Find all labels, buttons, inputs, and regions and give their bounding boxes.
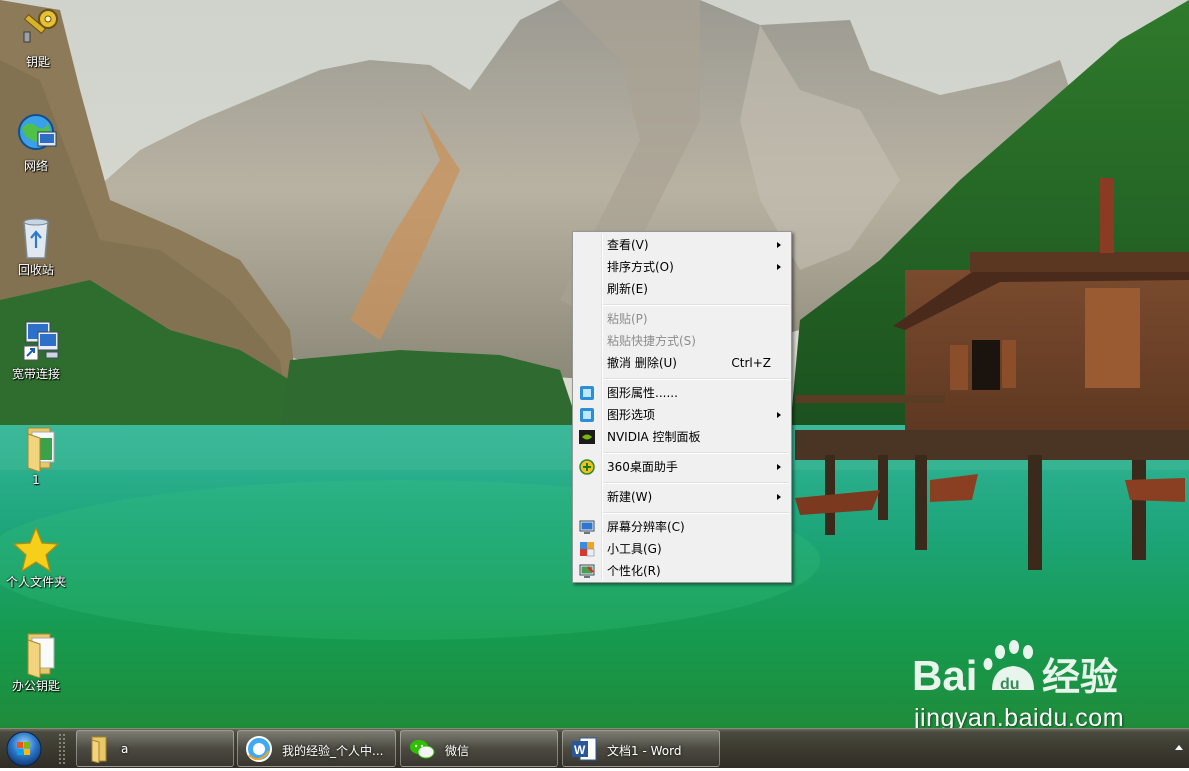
desktop-context-menu: 查看(V) 排序方式(O) 刷新(E) 粘贴(P) 粘贴快捷方式(S) 撤消 删… (572, 231, 792, 583)
desktop-icon-label: 网络 (23, 159, 48, 173)
taskbar-grip[interactable] (58, 733, 66, 765)
desktop-icon-label: 回收站 (17, 263, 54, 277)
submenu-arrow-icon (777, 412, 781, 418)
submenu-arrow-icon (777, 264, 781, 270)
broadband-connection-icon (12, 318, 60, 366)
menu-item-nvidia-control-panel[interactable]: NVIDIA 控制面板 (575, 426, 789, 448)
menu-item-label: 排序方式(O) (607, 260, 674, 274)
menu-item-new[interactable]: 新建(W) (575, 486, 789, 508)
start-button[interactable] (4, 730, 44, 768)
recycle-bin-icon (12, 214, 60, 262)
desktop-icon-folder-1[interactable]: 1 (0, 424, 74, 487)
taskbar-button-word[interactable]: W 文档1 - Word (562, 730, 720, 767)
key-icon (14, 6, 62, 54)
menu-item-label: 新建(W) (607, 490, 653, 504)
menu-item-label: 屏幕分辨率(C) (607, 520, 685, 534)
menu-item-label: 小工具(G) (607, 542, 662, 556)
intel-graphics-icon (579, 385, 595, 401)
desktop-icon-broadband[interactable]: 宽带连接 (0, 318, 74, 381)
menu-item-label: 查看(V) (607, 238, 649, 252)
desktop-icon-label: 1 (32, 473, 40, 487)
menu-item-label: 粘贴快捷方式(S) (607, 334, 696, 348)
desktop-icon-network[interactable]: 网络 (0, 110, 74, 173)
menu-separator (603, 452, 789, 454)
taskbar-button-browser[interactable]: 我的经验_个人中... (237, 730, 396, 767)
menu-separator (603, 482, 789, 484)
360-icon (579, 459, 595, 475)
menu-separator (603, 512, 789, 514)
menu-item-personalize[interactable]: 个性化(R) (575, 560, 789, 582)
desktop-icon-personal-folder[interactable]: 个人文件夹 (0, 526, 74, 589)
menu-item-paste-shortcut: 粘贴快捷方式(S) (575, 330, 789, 352)
menu-item-label: 360桌面助手 (607, 460, 678, 474)
word-icon: W (570, 735, 598, 763)
desktop-icon-office-key[interactable]: 办公钥匙 (0, 630, 74, 693)
desktop-icon-label: 宽带连接 (11, 367, 60, 381)
folder-icon (12, 424, 60, 473)
folder-icon (12, 630, 60, 679)
menu-item-label: 撤消 删除(U) (607, 356, 677, 370)
intel-graphics-icon (579, 407, 595, 423)
star-folder-icon (12, 526, 60, 574)
taskbar-button-label: a (121, 742, 129, 756)
menu-item-label: NVIDIA 控制面板 (607, 430, 701, 444)
svg-text:经验: 经验 (1042, 655, 1118, 698)
network-globe-icon (12, 110, 60, 158)
menu-item-label: 图形属性...... (607, 386, 678, 400)
personalize-icon (579, 563, 595, 579)
baidu-jingyan-watermark: Bai du 经验 jingyan.baidu.com (912, 640, 1152, 740)
gadgets-icon (579, 541, 595, 557)
submenu-arrow-icon (777, 494, 781, 500)
svg-text:Bai: Bai (912, 652, 977, 698)
menu-item-label: 图形选项 (607, 408, 656, 422)
taskbar-button-label: 文档1 - Word (607, 744, 682, 758)
menu-item-graphics-options[interactable]: 图形选项 (575, 404, 789, 426)
nvidia-icon (579, 429, 595, 445)
menu-separator (603, 304, 789, 306)
menu-item-screen-resolution[interactable]: 屏幕分辨率(C) (575, 516, 789, 538)
menu-item-sort-by[interactable]: 排序方式(O) (575, 256, 789, 278)
menu-separator (603, 378, 789, 380)
show-hidden-icons-button[interactable] (1175, 745, 1183, 750)
menu-item-label: 刷新(E) (607, 282, 648, 296)
menu-item-gadgets[interactable]: 小工具(G) (575, 538, 789, 560)
menu-item-graphics-properties[interactable]: 图形属性...... (575, 382, 789, 404)
desktop-icon-label: 个人文件夹 (5, 575, 66, 589)
menu-item-view[interactable]: 查看(V) (575, 234, 789, 256)
desktop-icon-recycle-bin[interactable]: 回收站 (0, 214, 74, 277)
menu-item-label: 个性化(R) (607, 564, 661, 578)
menu-item-paste: 粘贴(P) (575, 308, 789, 330)
display-icon (579, 519, 595, 535)
taskbar: a 我的经验_个人中... 微信 W 文档1 - Word (0, 728, 1189, 768)
submenu-arrow-icon (777, 464, 781, 470)
taskbar-button-label: 微信 (445, 744, 470, 758)
browser-icon (245, 735, 273, 763)
taskbar-button-wechat[interactable]: 微信 (400, 730, 558, 767)
menu-item-label: 粘贴(P) (607, 312, 648, 326)
taskbar-button-folder-a[interactable]: a (76, 730, 234, 767)
desktop-icon-key[interactable]: 钥匙 (0, 6, 76, 69)
wechat-icon (408, 735, 436, 763)
taskbar-button-label: 我的经验_个人中... (282, 744, 384, 758)
windows-orb-icon (6, 731, 42, 767)
baidu-logo: Bai du 经验 (912, 640, 1132, 699)
menu-item-refresh[interactable]: 刷新(E) (575, 278, 789, 300)
desktop-icon-label: 办公钥匙 (11, 679, 60, 693)
menu-item-shortcut: Ctrl+Z (731, 356, 771, 370)
desktop-icon-label: 钥匙 (25, 55, 50, 69)
submenu-arrow-icon (777, 242, 781, 248)
menu-item-undo-delete[interactable]: 撤消 删除(U) Ctrl+Z (575, 352, 789, 374)
svg-text:W: W (574, 743, 586, 757)
folder-icon (84, 735, 112, 764)
svg-text:du: du (1000, 676, 1020, 693)
menu-item-360-desktop-assistant[interactable]: 360桌面助手 (575, 456, 789, 478)
